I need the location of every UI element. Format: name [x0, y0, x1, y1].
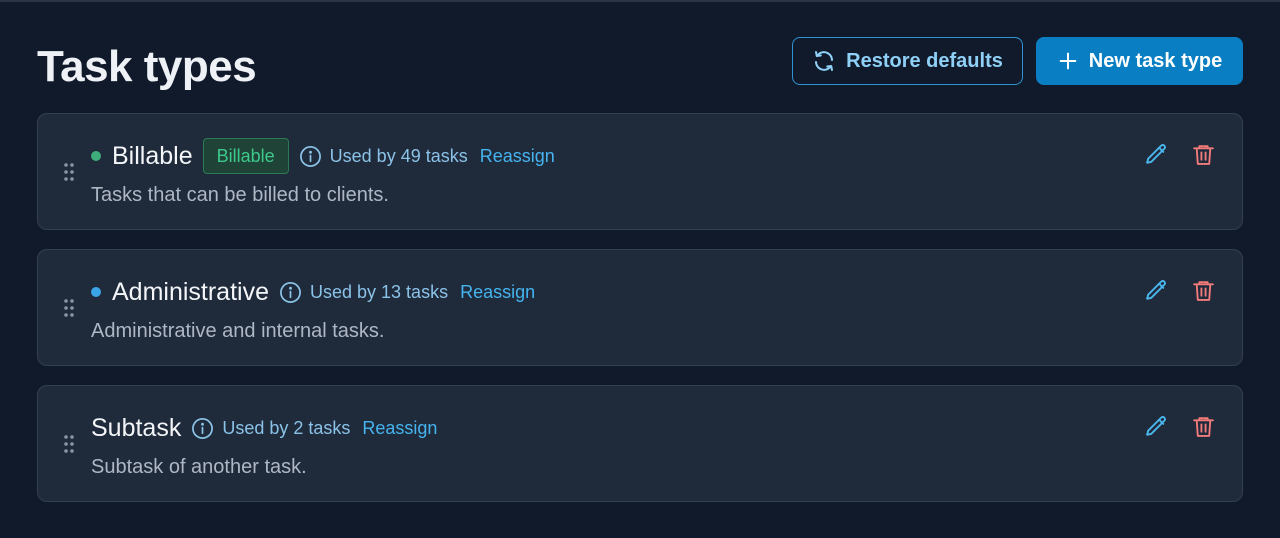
- task-type-card-billable: Billable Billable Used by 49 tasks Reass…: [37, 113, 1243, 230]
- page-title: Task types: [37, 42, 257, 91]
- info-icon[interactable]: [299, 145, 322, 168]
- restore-defaults-label: Restore defaults: [846, 49, 1003, 72]
- color-dot: [91, 151, 101, 161]
- billable-badge: Billable: [202, 138, 289, 174]
- task-type-title-row: Subtask Used by 2 tasks Reassign: [91, 410, 437, 446]
- trash-icon: [1193, 145, 1214, 165]
- task-type-list: Billable Billable Used by 49 tasks Reass…: [37, 113, 1243, 521]
- task-type-description: Administrative and internal tasks.: [91, 320, 385, 342]
- new-task-type-label: New task type: [1088, 49, 1223, 72]
- restore-defaults-button[interactable]: Restore defaults: [792, 37, 1023, 85]
- pencil-icon: [1146, 144, 1166, 164]
- edit-button[interactable]: [1144, 142, 1169, 167]
- plus-icon: [1059, 52, 1077, 70]
- color-dot: [91, 287, 101, 297]
- card-actions: [1144, 142, 1216, 167]
- usage-count: Used by 49 tasks: [329, 145, 468, 166]
- reassign-link[interactable]: Reassign: [460, 282, 535, 303]
- task-type-title-row: Administrative Used by 13 tasks Reassign: [91, 274, 535, 310]
- pencil-icon: [1146, 280, 1166, 300]
- card-actions: [1144, 414, 1216, 439]
- edit-button[interactable]: [1144, 278, 1169, 303]
- pencil-icon: [1146, 416, 1166, 436]
- new-task-type-button[interactable]: New task type: [1036, 37, 1243, 85]
- drag-handle-icon[interactable]: [63, 162, 75, 182]
- task-type-title-row: Billable Billable Used by 49 tasks Reass…: [91, 138, 555, 174]
- task-type-name: Administrative: [112, 277, 269, 306]
- refresh-icon: [815, 51, 834, 71]
- delete-button[interactable]: [1191, 414, 1216, 439]
- task-type-card-subtask: Subtask Used by 2 tasks Reassign Subtask…: [37, 385, 1243, 502]
- drag-handle-icon[interactable]: [63, 298, 75, 318]
- info-icon[interactable]: [279, 281, 302, 304]
- card-actions: [1144, 278, 1216, 303]
- task-type-name: Subtask: [91, 413, 182, 442]
- reassign-link[interactable]: Reassign: [480, 146, 555, 167]
- usage-count: Used by 13 tasks: [310, 281, 449, 302]
- usage-count: Used by 2 tasks: [222, 417, 351, 438]
- edit-button[interactable]: [1144, 414, 1169, 439]
- trash-icon: [1193, 417, 1214, 437]
- delete-button[interactable]: [1191, 142, 1216, 167]
- task-type-card-administrative: Administrative Used by 13 tasks Reassign…: [37, 249, 1243, 366]
- delete-button[interactable]: [1191, 278, 1216, 303]
- task-type-description: Tasks that can be billed to clients.: [91, 184, 389, 206]
- info-icon[interactable]: [191, 417, 214, 440]
- task-type-name: Billable: [112, 141, 193, 170]
- task-type-description: Subtask of another task.: [91, 456, 307, 478]
- reassign-link[interactable]: Reassign: [362, 418, 437, 439]
- task-types-page: Task types Restore defaults New task typ…: [0, 0, 1280, 538]
- drag-handle-icon[interactable]: [63, 434, 75, 454]
- header-actions: Restore defaults New task type: [792, 37, 1243, 85]
- trash-icon: [1193, 281, 1214, 301]
